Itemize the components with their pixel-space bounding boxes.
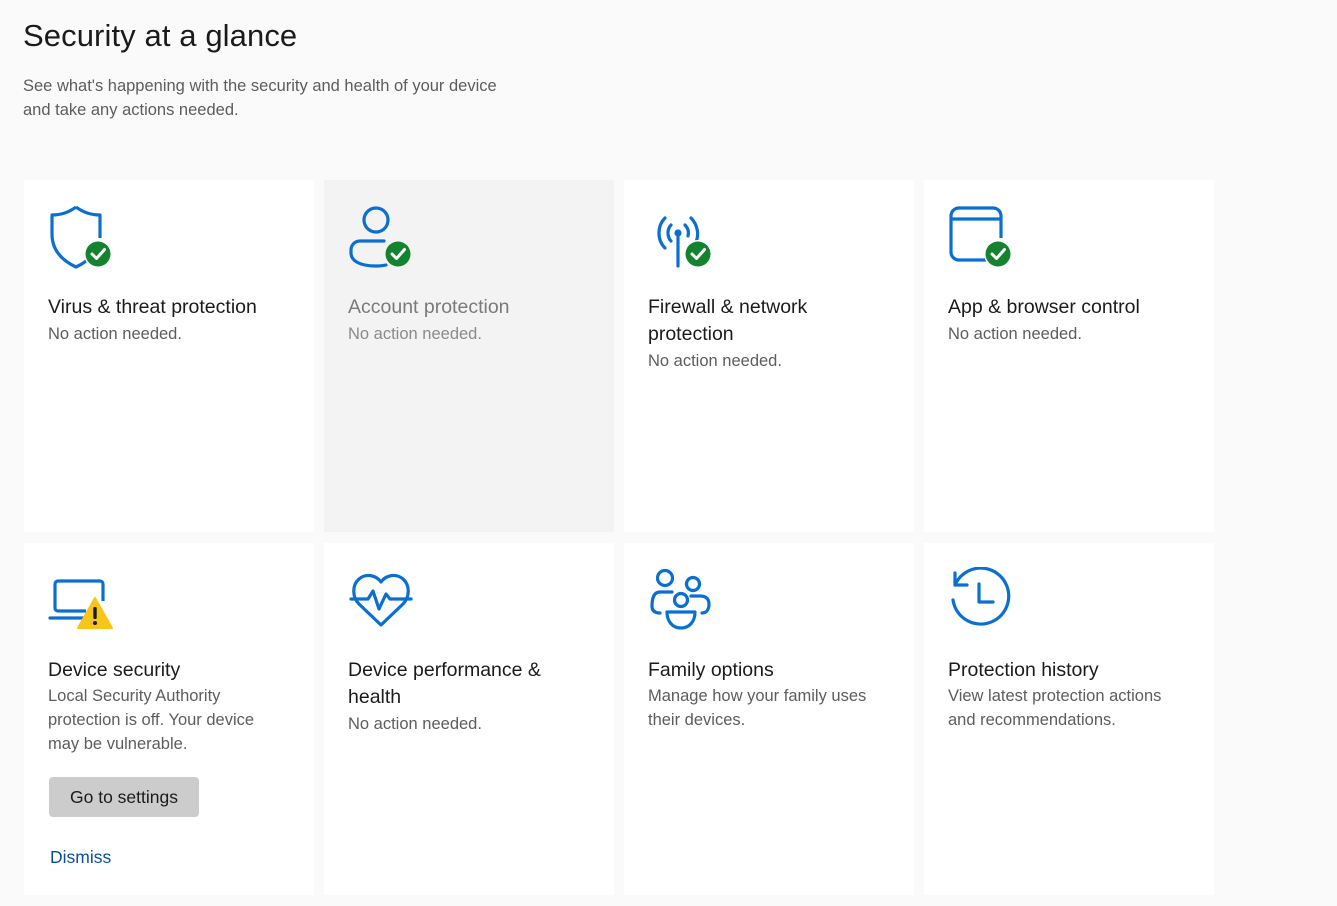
tile-status: No action needed. — [948, 325, 1082, 343]
tile-app-browser-control[interactable]: App & browser control No action needed. — [924, 180, 1214, 532]
antenna-check-icon — [648, 204, 714, 270]
security-at-a-glance-page: Security at a glance See what's happenin… — [0, 0, 1337, 906]
tile-virus-threat-protection[interactable]: Virus & threat protection No action need… — [24, 180, 314, 532]
tile-device-performance-health[interactable]: Device performance & health No action ne… — [324, 543, 614, 895]
tile-status: No action needed. — [648, 352, 782, 370]
go-to-settings-button[interactable]: Go to settings — [49, 777, 199, 817]
tile-status: Manage how your family uses their device… — [648, 687, 867, 729]
shield-check-icon — [48, 204, 114, 270]
tile-title: Protection history — [948, 659, 1099, 681]
tile-title: Device security — [48, 659, 181, 681]
tile-status: Local Security Authority protection is o… — [48, 687, 255, 753]
tile-protection-history[interactable]: Protection history View latest protectio… — [924, 543, 1214, 895]
page-subtitle: See what's happening with the security a… — [23, 77, 497, 119]
tile-device-security[interactable]: Device security Local Security Authority… — [24, 543, 314, 895]
tile-status: No action needed. — [348, 325, 482, 343]
page-title: Security at a glance — [23, 18, 298, 53]
history-clock-icon — [948, 567, 1014, 633]
tile-title: Family options — [648, 659, 774, 681]
tile-title: Virus & threat protection — [48, 296, 257, 318]
tile-status: No action needed. — [348, 715, 482, 733]
browser-window-check-icon — [948, 204, 1014, 270]
heart-pulse-icon — [348, 567, 414, 633]
tile-account-protection[interactable]: Account protection No action needed. — [324, 180, 614, 532]
tile-title: Device performance & health — [348, 659, 541, 708]
laptop-warning-icon — [48, 567, 114, 633]
tile-firewall-network-protection[interactable]: Firewall & network protection No action … — [624, 180, 914, 532]
dismiss-link[interactable]: Dismiss — [50, 847, 111, 868]
tile-title: App & browser control — [948, 296, 1140, 318]
tile-title: Firewall & network protection — [648, 296, 808, 345]
person-check-icon — [348, 204, 414, 270]
family-icon — [648, 567, 714, 633]
tile-status: View latest protection actions and recom… — [948, 687, 1162, 729]
tile-title: Account protection — [348, 296, 510, 318]
tile-status: No action needed. — [48, 325, 182, 343]
tile-family-options[interactable]: Family options Manage how your family us… — [624, 543, 914, 895]
